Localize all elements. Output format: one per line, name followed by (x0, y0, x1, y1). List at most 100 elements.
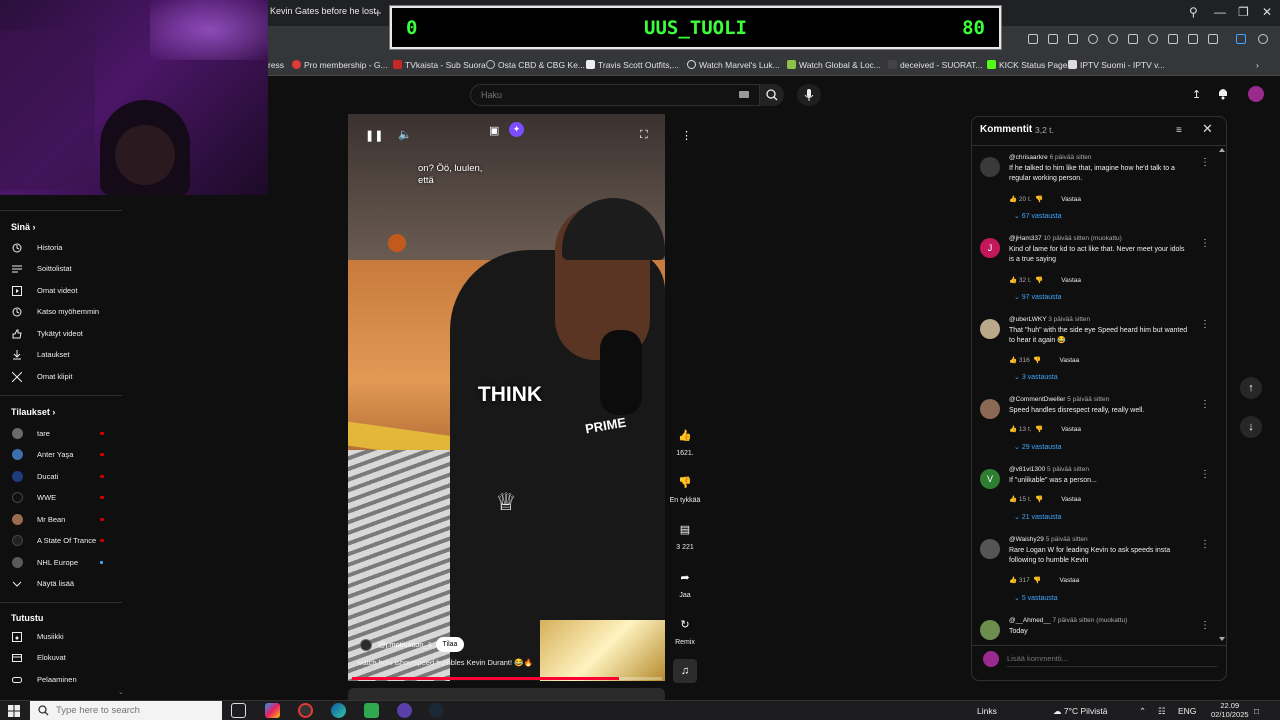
minimize-icon[interactable]: — (1214, 5, 1226, 19)
edge-icon[interactable] (331, 703, 346, 718)
reply-button[interactable]: Vastaa (1061, 426, 1081, 433)
taskbar-search-input[interactable] (56, 703, 216, 718)
comment-menu-icon[interactable]: ⋮ (1200, 399, 1210, 410)
comment-menu-icon[interactable]: ⋮ (1200, 238, 1210, 249)
avatar[interactable] (1248, 86, 1264, 102)
zoom-icon[interactable] (1028, 34, 1038, 44)
app-icon[interactable] (364, 703, 379, 718)
comments-button[interactable]: ▤ 3 221 (668, 518, 702, 551)
search-input[interactable] (471, 85, 721, 105)
miniplayer-icon[interactable]: ▣ (489, 124, 499, 137)
browser-tab[interactable]: Kevin Gates before he lost (270, 6, 376, 16)
avatar[interactable] (980, 399, 1000, 419)
share-button[interactable]: ➦ Jaa (668, 566, 702, 599)
sidebar-item-subscription[interactable]: Anter Yaşa (0, 445, 122, 465)
vpn-icon[interactable] (1236, 34, 1246, 44)
channel-avatar[interactable] (360, 639, 372, 651)
sidebar-item-downloads[interactable]: Lataukset (0, 345, 122, 365)
play-icon[interactable] (1128, 34, 1138, 44)
comments-scrollbar[interactable] (1218, 146, 1226, 643)
tray-overflow-icon[interactable]: ⌃ (1139, 706, 1146, 717)
new-tab-icon[interactable]: + (374, 5, 382, 20)
weather-widget[interactable]: ☁ 7°C Pilvistä (1053, 706, 1107, 717)
sidebar-item-playlists[interactable]: Soittolistat (0, 259, 122, 279)
app-icon[interactable] (265, 703, 280, 718)
reply-button[interactable]: Vastaa (1059, 357, 1079, 364)
download-icon[interactable] (1168, 34, 1178, 44)
view-replies-button[interactable]: ⌄ 97 vastausta (1014, 293, 1062, 301)
avatar[interactable] (980, 319, 1000, 339)
sidebar-item-movies[interactable]: Elokuvat (0, 648, 122, 668)
bookmark-item[interactable]: ress (268, 60, 284, 70)
comment-menu-icon[interactable]: ⋮ (1200, 157, 1210, 168)
bookmark-item[interactable]: Osta CBD & CBG Ke... (486, 60, 585, 70)
reply-button[interactable]: Vastaa (1061, 277, 1081, 284)
next-video-button[interactable]: ↓ (1240, 416, 1262, 438)
pause-button[interactable]: ❚❚ (365, 129, 383, 142)
reply-button[interactable]: Vastaa (1061, 496, 1081, 503)
sidebar-item-watch-later[interactable]: Katso myöhemmin (0, 302, 122, 322)
bookmark-item[interactable]: Watch Marvel's Luk... (687, 60, 780, 70)
avatar[interactable]: J (980, 238, 1000, 258)
search-tabs-icon[interactable]: ⚲ (1189, 5, 1198, 19)
sidebar-item-subscription[interactable]: A State Of Trance (0, 531, 122, 551)
bookmark-item[interactable]: Watch Global & Loc... (787, 60, 881, 70)
volume-button[interactable]: 🔈 (398, 128, 412, 141)
view-replies-button[interactable]: ⌄ 29 vastausta (1014, 443, 1062, 451)
sidebar-item-liked-videos[interactable]: Tykätyt videot (0, 324, 122, 344)
bookmark-item[interactable]: IPTV Suomi - IPTV v... (1068, 60, 1165, 70)
comment-menu-icon[interactable]: ⋮ (1200, 620, 1208, 631)
sidebar-item-music[interactable]: Musiikki (0, 627, 122, 647)
sidebar-item-clips[interactable]: Omat klipit (0, 367, 122, 387)
view-replies-button[interactable]: ⌄ 21 vastausta (1014, 513, 1062, 521)
extension-icon[interactable] (1088, 34, 1098, 44)
avatar[interactable] (980, 539, 1000, 559)
sound-thumbnail[interactable]: ♫ (668, 659, 702, 683)
favorite-icon[interactable] (1148, 34, 1158, 44)
add-comment-input[interactable] (1007, 651, 1217, 667)
reply-button[interactable]: Vastaa (1059, 577, 1079, 584)
sort-icon[interactable]: ≡ (1176, 125, 1187, 136)
view-replies-button[interactable]: ⌄ 5 vastausta (1014, 594, 1058, 602)
fullscreen-icon[interactable]: ⛶ (640, 129, 648, 142)
view-replies-button[interactable]: ⌄ 3 vastausta (1014, 373, 1058, 381)
sidebar-show-more[interactable]: Näytä lisää (0, 574, 122, 594)
avatar[interactable] (980, 620, 1000, 640)
close-icon[interactable]: ✕ (1202, 121, 1213, 137)
bookmark-item[interactable]: TVkaista - Sub Suora (393, 60, 486, 70)
sidebar-item-subscription[interactable]: tare (0, 424, 122, 444)
sidebar-item-gaming[interactable]: Pelaaminen (0, 670, 122, 690)
upload-icon[interactable]: ↥ (1192, 88, 1201, 101)
remix-button[interactable]: ↻ Remix (668, 613, 702, 646)
video-title[interactable]: watch how ishowspeed humbles Kevin Duran… (357, 658, 533, 667)
sidebar-item-your-videos[interactable]: Omat videot (0, 281, 122, 301)
bookmarks-overflow-icon[interactable]: › (1256, 60, 1259, 70)
comment-menu-icon[interactable]: ⋮ (1200, 469, 1210, 480)
sidebar-item-subscription[interactable]: Ducati (0, 467, 122, 487)
menu-icon[interactable] (1188, 34, 1198, 44)
previous-video-button[interactable]: ↑ (1240, 377, 1262, 399)
notifications-icon[interactable]: □ (1254, 706, 1259, 716)
comment-menu-icon[interactable]: ⋮ (1200, 539, 1210, 550)
keyboard-icon[interactable] (739, 91, 749, 98)
close-window-icon[interactable]: ✕ (1262, 5, 1272, 19)
bookmark-item[interactable]: Travis Scott Outfits,... (586, 60, 679, 70)
view-replies-button[interactable]: ⌄ 67 vastausta (1014, 212, 1062, 220)
opera-icon[interactable] (298, 703, 313, 718)
maximize-icon[interactable]: ❐ (1238, 5, 1249, 19)
edit-icon[interactable] (1048, 34, 1058, 44)
bookmark-item[interactable]: Pro membership - G... (292, 60, 388, 70)
screenshot-icon[interactable] (1068, 34, 1078, 44)
dislike-button[interactable]: 👎 En tykkää (668, 471, 702, 504)
sidebar-item-subscription[interactable]: WWE (0, 488, 122, 508)
avatar[interactable] (980, 157, 1000, 177)
sidebar-item-subscription[interactable]: Mr Bean (0, 510, 122, 530)
language-indicator[interactable]: ENG (1178, 706, 1196, 716)
links-toolbar[interactable]: Links (977, 706, 997, 716)
like-button[interactable]: 👍 1621. (668, 424, 702, 457)
ai-sparkle-icon[interactable]: ✦ (509, 122, 524, 137)
sidebar-item-history[interactable]: Historia (0, 238, 122, 258)
extension-icon[interactable] (1108, 34, 1118, 44)
bookmark-item[interactable]: KICK Status Page (987, 60, 1068, 70)
channel-name[interactable]: @j.motivation_1 (378, 640, 432, 649)
